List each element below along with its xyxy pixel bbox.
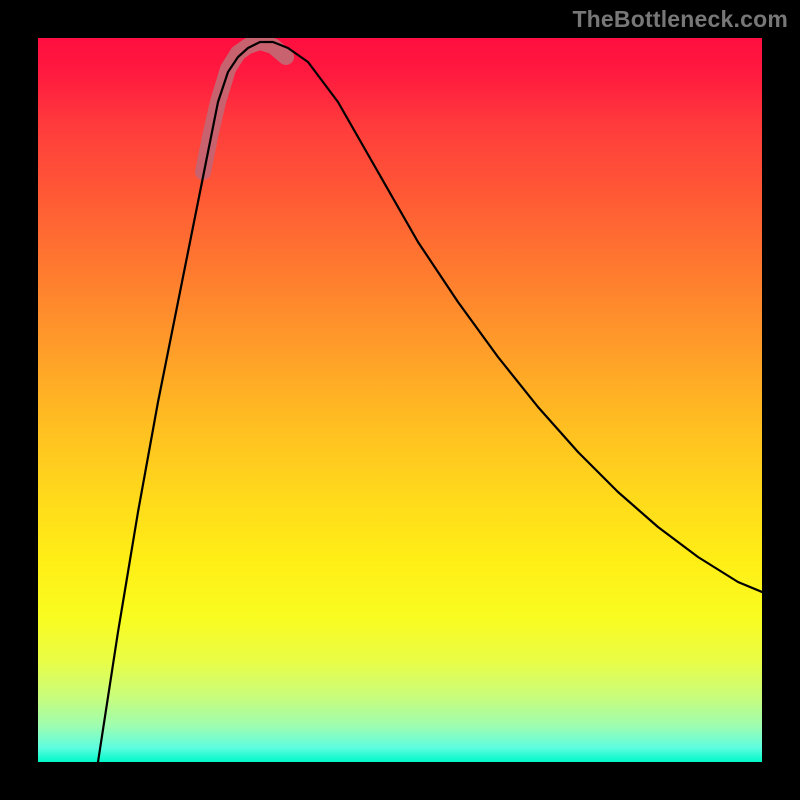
bottleneck-marker [203,42,286,172]
curve-overlay [38,38,762,762]
chart-frame: TheBottleneck.com [0,0,800,800]
bottleneck-curve [98,42,762,762]
watermark-text: TheBottleneck.com [572,6,788,33]
plot-area [38,38,762,762]
